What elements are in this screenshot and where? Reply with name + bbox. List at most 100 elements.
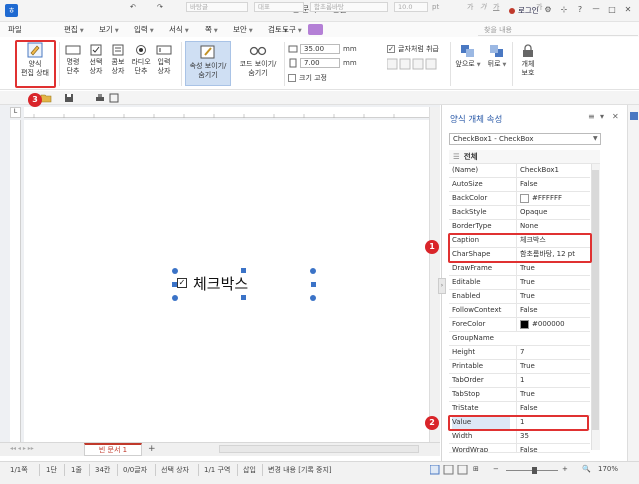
panel-pin-icon[interactable]: ▾ [600,112,604,121]
font-color-icon[interactable]: 가 [536,2,542,12]
wrap-options-icon[interactable] [387,58,437,70]
zoom-level[interactable]: 170% [598,465,618,473]
prop-value[interactable]: CheckBox1 [516,164,590,177]
italic-icon[interactable]: 가 [480,2,486,12]
form-tab-icon[interactable] [308,24,323,35]
magnifier-icon[interactable]: 🔍 [582,465,591,473]
help-button[interactable]: ? [574,4,586,16]
font-selector[interactable]: 함초롬바탕 [310,2,388,12]
prop-value[interactable]: False [516,444,590,452]
chevron-down-icon[interactable]: ▼ [593,135,598,142]
input-box-tool[interactable]: 입력 상자 [152,44,176,76]
prop-value[interactable]: #000000 [516,318,590,331]
prop-row-tristate[interactable]: TriState False [449,402,590,416]
option-icon[interactable]: ⚙ [542,4,554,16]
zoom-in-icon[interactable]: + [562,465,568,473]
prop-value[interactable]: None [516,220,590,233]
radio-button-tool[interactable]: 라디오 단추 [130,44,152,76]
prop-row-width[interactable]: Width 35 [449,430,590,444]
maximize-button[interactable]: □ [606,4,618,16]
panel-close-icon[interactable]: ✕ [612,112,619,121]
prop-value[interactable]: 35 [516,430,590,443]
resize-handle-b[interactable] [241,295,246,300]
tab-document-1[interactable]: 빈 문서 1 [84,443,142,456]
status-page[interactable]: 1/1쪽 [10,465,28,475]
prop-value[interactable]: True [516,276,590,289]
resize-handle-tr[interactable] [310,268,316,274]
prop-row-groupname[interactable]: GroupName [449,332,590,346]
resize-handle-bl[interactable] [172,295,178,301]
style-selector[interactable]: 바탕글 [186,2,248,12]
prop-value[interactable]: False [516,178,590,191]
status-track-changes[interactable]: 변경 내용 [기록 중지] [268,465,332,475]
language-selector[interactable]: 대표 [254,2,304,12]
undo-icon[interactable]: ↶ [130,2,136,12]
underline-icon[interactable]: 가 [493,2,499,12]
menu-view[interactable]: 보기 ▼ [99,24,119,35]
tab-nav-arrows[interactable]: ◂◂ ◂ ▸ ▸▸ [10,445,34,452]
object-protect-button[interactable]: 개체 보호 [516,44,540,78]
combobox-tool[interactable]: 콤보 상자 [107,44,129,76]
prop-row-followcontext[interactable]: FollowContext False [449,304,590,318]
editor-horizontal-scrollbar[interactable] [219,445,419,453]
height-input[interactable]: 7.00 [300,58,340,68]
resize-handle-br[interactable] [310,295,316,301]
close-button[interactable]: ✕ [622,4,634,16]
bring-front-button[interactable]: 앞으로 ▼ [455,44,481,70]
prop-row-height[interactable]: Height 7 [449,346,590,360]
prop-row-name[interactable]: (Name) CheckBox1 [449,164,590,178]
ruler-corner[interactable]: L [10,107,21,118]
print-icon[interactable] [95,93,105,103]
menu-tools-label[interactable]: 도구 ▼ [282,24,302,35]
prop-value[interactable]: False [516,402,590,415]
prop-value[interactable]: True [516,388,590,401]
prop-row-taborder[interactable]: TabOrder 1 [449,374,590,388]
preview-icon[interactable] [109,93,119,103]
prop-row-printable[interactable]: Printable True [449,360,590,374]
status-insert[interactable]: 삽입 [243,465,256,475]
search-input[interactable]: 찾을 내용 [478,25,638,36]
panel-menu-icon[interactable]: ≡ [588,112,595,121]
prop-value[interactable]: False [516,304,590,317]
resize-handle-r[interactable] [311,282,316,287]
prop-value[interactable]: True [516,360,590,373]
prop-value[interactable]: #FFFFFF [516,192,590,205]
prop-row-tabstop[interactable]: TabStop True [449,388,590,402]
menu-security[interactable]: 보안 ▼ [233,24,253,35]
checkbox-tool[interactable]: 선택 상자 [85,44,107,76]
fit-page-icon[interactable]: ⊞ [473,465,479,473]
category-all[interactable]: ☰ 전체 [449,150,600,164]
restore-ribbon-icon[interactable]: ⊹ [558,4,570,16]
menu-format[interactable]: 서식 ▼ [169,24,189,35]
save-icon[interactable] [64,93,74,103]
resize-handle-l[interactable] [172,282,177,287]
object-selector[interactable]: CheckBox1 - CheckBox [449,133,601,145]
prop-row-forecolor[interactable]: ForeColor #000000 [449,318,590,332]
prop-row-autosize[interactable]: AutoSize False [449,178,590,192]
vertical-ruler[interactable] [10,120,21,442]
prop-row-backstyle[interactable]: BackStyle Opaque [449,206,590,220]
zoom-slider-knob[interactable] [532,467,537,474]
bold-icon[interactable]: 가 [467,2,473,12]
prop-row-bordertype[interactable]: BorderType None [449,220,590,234]
editor-vertical-scrollbar[interactable] [429,107,440,442]
resize-handle-t[interactable] [241,268,246,273]
panel-scrollbar-thumb[interactable] [592,170,599,430]
fix-size-checkbox[interactable]: 크기 고정 [288,73,327,83]
command-button-tool[interactable]: 명령 단추 [62,44,84,76]
prop-row-editable[interactable]: Editable True [449,276,590,290]
menu-insert[interactable]: 입력 ▼ [134,24,154,35]
prop-value[interactable]: True [516,290,590,303]
redo-icon[interactable]: ↷ [157,2,163,12]
send-back-button[interactable]: 뒤로 ▼ [485,44,509,70]
resize-handle-tl[interactable] [172,268,178,274]
prop-row-backcolor[interactable]: BackColor #FFFFFF [449,192,590,206]
add-tab-button[interactable]: + [148,444,156,454]
prop-row-enabled[interactable]: Enabled True [449,290,590,304]
horizontal-ruler[interactable] [24,107,429,118]
font-size-input[interactable]: 10.0 [394,2,428,12]
properties-pane-icon[interactable] [629,111,639,121]
prop-row-wordwrap[interactable]: WordWrap False [449,444,590,453]
prop-value[interactable]: Opaque [516,206,590,219]
menu-edit[interactable]: 편집 ▼ [64,24,84,35]
